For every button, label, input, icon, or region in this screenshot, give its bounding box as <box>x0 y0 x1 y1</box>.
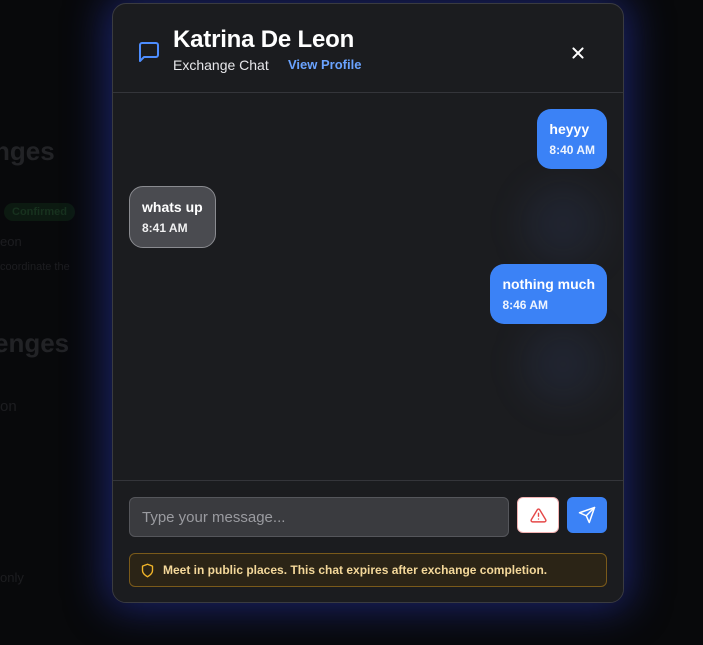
message-text: nothing much <box>502 276 595 292</box>
chat-bubble-icon <box>139 42 159 62</box>
shield-icon <box>141 563 154 578</box>
chat-footer: Meet in public places. This chat expires… <box>113 480 623 602</box>
view-profile-link[interactable]: View Profile <box>288 57 361 72</box>
chat-header: Katrina De Leon Exchange Chat View Profi… <box>113 4 623 93</box>
chat-subtitle: Exchange Chat <box>173 57 269 73</box>
message-list[interactable]: heyyy 8:40 AM whats up 8:41 AM nothing m… <box>113 94 623 480</box>
chat-partner-name: Katrina De Leon <box>173 26 355 53</box>
message-bubble-incoming: whats up 8:41 AM <box>129 186 216 248</box>
safety-notice-text: Meet in public places. This chat expires… <box>163 563 548 577</box>
close-button[interactable] <box>567 42 589 64</box>
message-bubble-outgoing: nothing much 8:46 AM <box>490 264 607 324</box>
message-text: heyyy <box>549 121 590 137</box>
send-icon <box>578 506 596 524</box>
report-button[interactable] <box>517 497 559 533</box>
message-text: whats up <box>142 199 203 215</box>
close-icon <box>572 47 584 59</box>
message-time: 8:40 AM <box>549 143 595 157</box>
message-input[interactable] <box>129 497 509 537</box>
warning-icon <box>530 508 547 523</box>
message-time: 8:41 AM <box>142 221 188 235</box>
safety-notice: Meet in public places. This chat expires… <box>129 553 607 587</box>
message-bubble-outgoing: heyyy 8:40 AM <box>537 109 607 169</box>
send-button[interactable] <box>567 497 607 533</box>
chat-modal: Katrina De Leon Exchange Chat View Profi… <box>112 3 624 603</box>
message-time: 8:46 AM <box>502 298 549 312</box>
